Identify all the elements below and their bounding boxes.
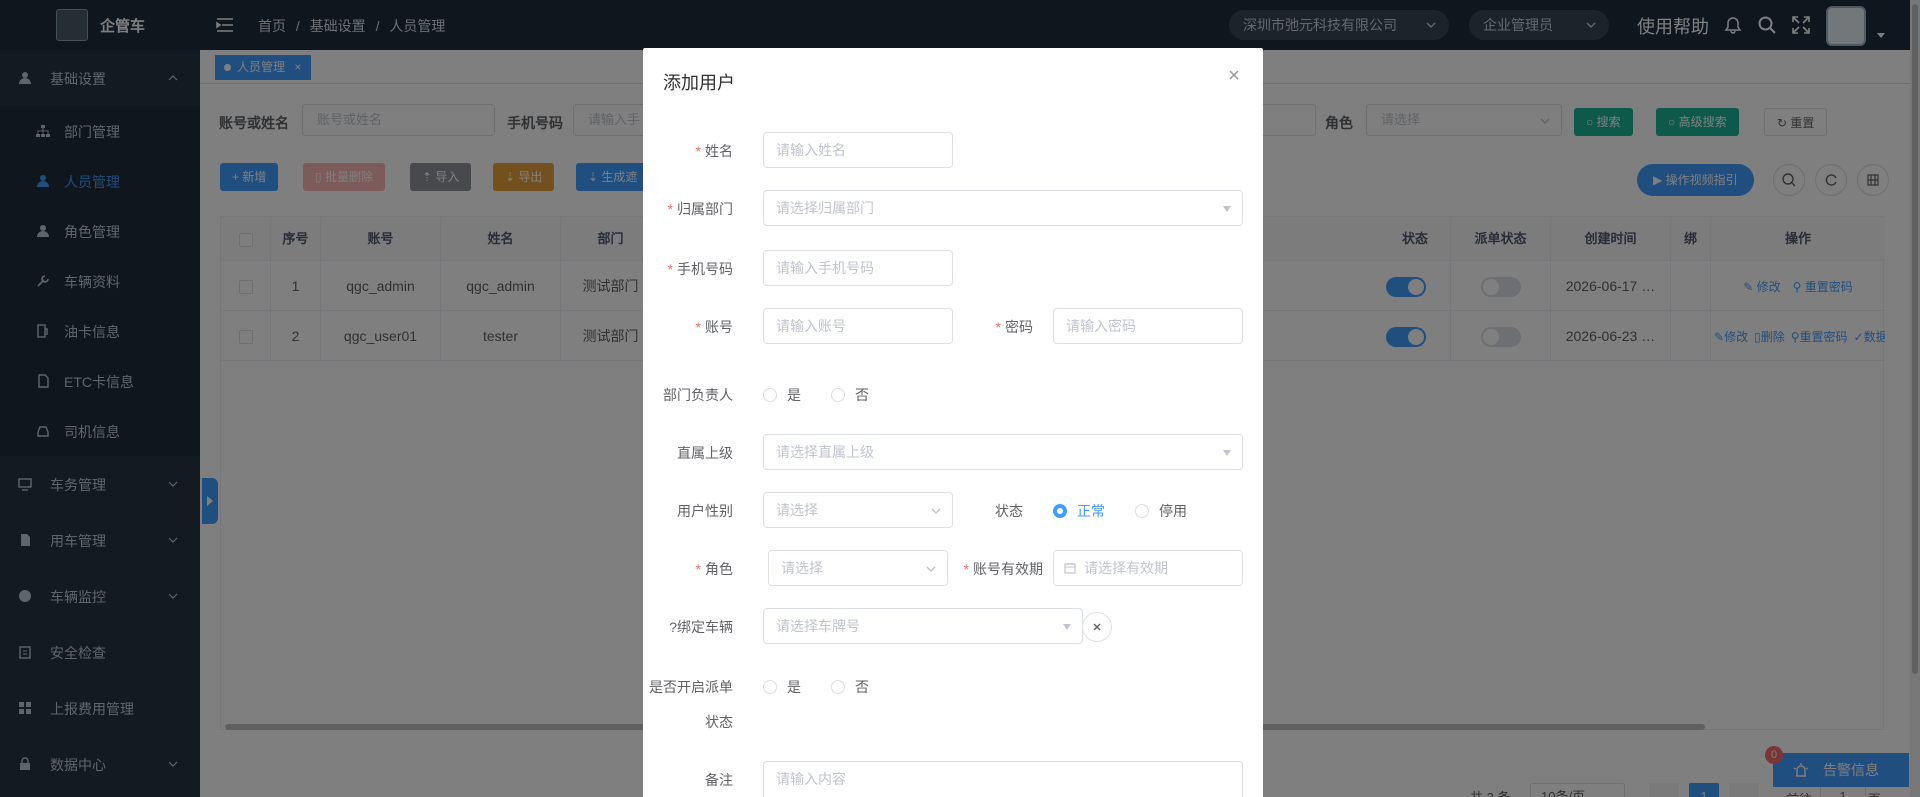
radio-circle bbox=[1135, 504, 1149, 519]
name-input[interactable]: 请输入姓名 bbox=[763, 132, 953, 168]
phone-input[interactable]: 请输入手机号码 bbox=[763, 250, 953, 286]
field-label-role: * 角色 bbox=[643, 559, 733, 579]
caret-down-icon bbox=[1223, 450, 1231, 456]
account-input[interactable]: 请输入账号 bbox=[763, 308, 953, 344]
vehicle-treeselect[interactable]: 请选择车牌号 bbox=[763, 608, 1083, 644]
field-label-text: 状态 bbox=[705, 714, 733, 730]
field-label-leader: 部门负责人 bbox=[663, 387, 733, 403]
chevron-down-icon bbox=[931, 508, 941, 514]
caret-down-icon bbox=[1063, 624, 1071, 630]
radio-label: 否 bbox=[855, 679, 869, 695]
remark-textarea[interactable]: 请输入内容 bbox=[763, 761, 1243, 797]
clear-vehicle-button[interactable] bbox=[1082, 612, 1112, 642]
radio-label: 停用 bbox=[1159, 503, 1187, 519]
field-label-phone: * 手机号码 bbox=[643, 259, 733, 279]
required-mark: * bbox=[695, 143, 701, 159]
field-label-dept: * 归属部门 bbox=[643, 199, 733, 219]
field-label-validity: * 账号有效期 bbox=[933, 559, 1043, 579]
radio-label: 是 bbox=[787, 387, 801, 403]
superior-placeholder: 请选择直属上级 bbox=[776, 444, 874, 460]
dispatch-radio-yes[interactable]: 是 bbox=[763, 677, 801, 697]
field-label-text: 账号 bbox=[705, 319, 733, 335]
radio-circle bbox=[763, 680, 777, 695]
required-mark: * bbox=[963, 561, 969, 577]
close-icon bbox=[1093, 623, 1101, 631]
dispatch-radio-no[interactable]: 否 bbox=[831, 677, 869, 697]
required-mark: * bbox=[695, 319, 701, 335]
field-label-text: 姓名 bbox=[705, 143, 733, 159]
role-select[interactable]: 请选择 bbox=[768, 550, 948, 586]
field-label-text: 绑定车辆 bbox=[677, 619, 733, 635]
field-label-text: 归属部门 bbox=[677, 201, 733, 217]
validity-placeholder: 请选择有效期 bbox=[1084, 560, 1168, 576]
field-label-text: 密码 bbox=[1005, 319, 1033, 335]
close-icon[interactable] bbox=[1227, 68, 1241, 82]
field-label-remark: 备注 bbox=[705, 772, 733, 788]
field-label-name: * 姓名 bbox=[643, 141, 733, 161]
radio-circle-checked bbox=[1053, 504, 1067, 519]
radio-circle bbox=[763, 388, 777, 403]
field-label-gender: 用户性别 bbox=[677, 503, 733, 519]
add-user-dialog: 添加用户 * 姓名 请输入姓名 * 归属部门 请选择归属部门 * 手机号码 请输入手机… bbox=[643, 48, 1263, 797]
field-label-superior: 直属上级 bbox=[677, 445, 733, 461]
required-mark: * bbox=[667, 201, 673, 217]
dept-placeholder: 请选择归属部门 bbox=[776, 200, 874, 216]
field-label-text: 账号有效期 bbox=[973, 561, 1043, 577]
leader-radio-no[interactable]: 否 bbox=[831, 385, 869, 405]
required-mark: * bbox=[995, 319, 1001, 335]
role-placeholder: 请选择 bbox=[781, 560, 823, 576]
password-input[interactable]: 请输入密码 bbox=[1053, 308, 1243, 344]
radio-circle bbox=[831, 388, 845, 403]
vehicle-placeholder: 请选择车牌号 bbox=[776, 618, 860, 634]
radio-label: 是 bbox=[787, 679, 801, 695]
gender-select[interactable]: 请选择 bbox=[763, 492, 953, 528]
field-label-password: * 密码 bbox=[943, 317, 1033, 337]
field-label-text: 角色 bbox=[705, 561, 733, 577]
required-mark: * bbox=[695, 561, 701, 577]
caret-down-icon bbox=[1223, 206, 1231, 212]
dept-treeselect[interactable]: 请选择归属部门 bbox=[763, 190, 1243, 226]
field-label-vehicle: ?绑定车辆 bbox=[643, 617, 733, 637]
dialog-title: 添加用户 bbox=[663, 73, 735, 93]
radio-label: 正常 bbox=[1077, 503, 1105, 519]
validity-datepicker[interactable]: 请选择有效期 bbox=[1053, 550, 1243, 586]
radio-circle bbox=[831, 680, 845, 695]
calendar-icon bbox=[1064, 563, 1076, 574]
leader-radio-yes[interactable]: 是 bbox=[763, 385, 801, 405]
field-label-text: 手机号码 bbox=[677, 261, 733, 277]
superior-treeselect[interactable]: 请选择直属上级 bbox=[763, 434, 1243, 470]
field-label-text: 是否开启派单 bbox=[649, 679, 733, 695]
help-circle-icon[interactable]: ? bbox=[669, 619, 677, 635]
field-label-account: * 账号 bbox=[643, 317, 733, 337]
status-radio-normal[interactable]: 正常 bbox=[1053, 501, 1105, 521]
status-radio-disabled[interactable]: 停用 bbox=[1135, 501, 1187, 521]
field-label-dispatch: 是否开启派单 状态 bbox=[643, 677, 733, 732]
radio-label: 否 bbox=[855, 387, 869, 403]
required-mark: * bbox=[667, 261, 673, 277]
gender-placeholder: 请选择 bbox=[776, 502, 818, 518]
field-label-status: 状态 bbox=[995, 503, 1023, 519]
